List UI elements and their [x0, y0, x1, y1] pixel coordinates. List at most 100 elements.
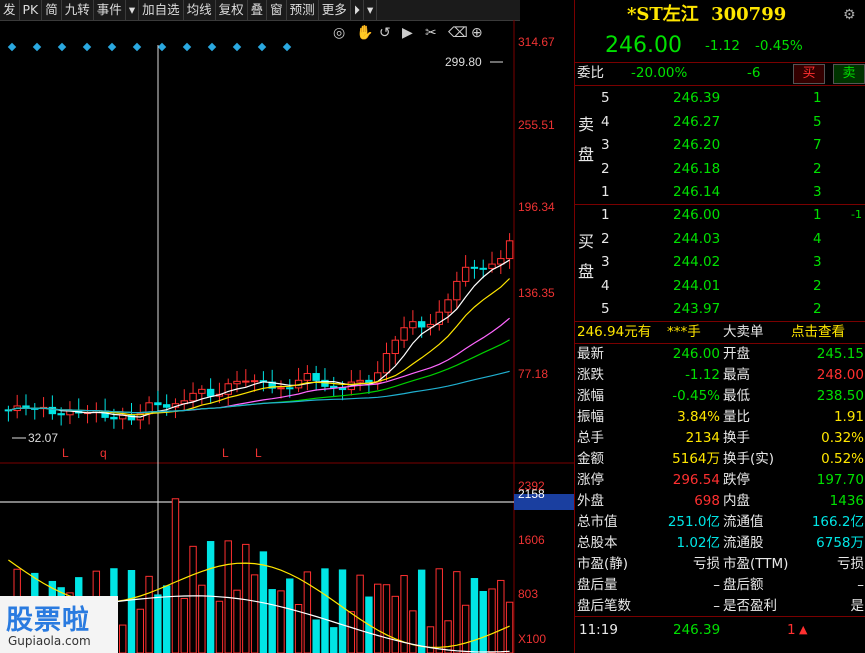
stock-name: *ST左江	[627, 4, 699, 25]
big-order-hands: ***手	[667, 324, 701, 340]
book-price: 244.01	[673, 277, 721, 294]
book-volume: 2	[813, 301, 822, 317]
bids-row[interactable]: 3 244.02 3	[575, 252, 865, 272]
stat-value: 2134	[685, 430, 720, 446]
zoom-out-icon[interactable]: ⊕	[471, 24, 483, 40]
buy-button[interactable]: 买	[793, 64, 825, 84]
candle-body	[391, 339, 399, 355]
asks-row[interactable]: 1 246.14 3	[575, 182, 865, 202]
sell-button[interactable]: 卖	[833, 64, 865, 84]
stat-value: 246.00	[672, 346, 720, 362]
candle-body	[461, 266, 470, 282]
tick-time: 11:19	[579, 622, 618, 638]
big-order-title: 大卖单	[723, 324, 764, 340]
candle-body	[356, 379, 364, 383]
bids-row[interactable]: 4 244.01 2	[575, 276, 865, 296]
toolbar-item[interactable]: 发	[0, 0, 20, 20]
stat-key: 内盘	[723, 493, 750, 509]
book-volume: 2	[813, 277, 822, 294]
toolbar-item[interactable]: ▾	[364, 0, 378, 20]
high-price-label: 299.80	[445, 55, 482, 69]
volume-axis-label: X100	[518, 632, 546, 646]
toolbar-item[interactable]: PK	[20, 0, 43, 20]
stat-key: 开盘	[723, 346, 750, 362]
stat-key: 盘后额	[723, 577, 764, 593]
stat-value: 296.54	[672, 472, 720, 488]
big-order-amount: 246.94元有	[577, 324, 652, 340]
toolbar-item[interactable]: 事件	[94, 0, 126, 20]
trash-icon[interactable]: ✂	[425, 24, 437, 40]
book-price: 244.02	[673, 254, 721, 270]
asks-row[interactable]: 5 246.39 1	[575, 88, 865, 108]
zoom-in-icon[interactable]: ⌫	[448, 24, 468, 40]
candle-body	[189, 392, 197, 402]
level: 3	[601, 137, 610, 153]
volume-bar	[479, 591, 487, 653]
toolbar-item[interactable]: 九转	[62, 0, 94, 20]
stat-value: 3.84%	[677, 409, 720, 425]
gear-icon[interactable]: ⚙	[843, 0, 856, 30]
kline-chart[interactable]: ◎ ✋ ↺ ▶ ✂ ⌫ ⊕314.67255.51196.34136.3577.182392…	[0, 20, 574, 653]
level: 2	[601, 230, 610, 247]
asks-row[interactable]: 2 246.18 2	[575, 159, 865, 179]
big-order-bar[interactable]: 246.94元有 ***手 大卖单 点击查看	[575, 322, 865, 342]
volume-bar	[171, 498, 180, 653]
volume-bar	[268, 589, 276, 653]
volume-bar	[277, 590, 285, 653]
candle-body	[409, 321, 417, 329]
stats-row: 盘后量 – 盘后额 –	[575, 575, 865, 595]
candle-body	[312, 373, 320, 381]
toolbar-item[interactable]: 窗	[267, 0, 287, 20]
volume-bar	[330, 627, 338, 653]
bids-row[interactable]: 1 246.00 1 -1	[575, 205, 865, 225]
toolbar-item[interactable]: 预测	[287, 0, 319, 20]
cut-icon[interactable]: ▶	[402, 24, 413, 40]
stat-key: 是否盈利	[723, 598, 777, 614]
volume-bar	[233, 589, 241, 653]
stat-key: 总手	[577, 430, 604, 446]
stats-row: 总股本 1.02亿 流通股 6758万	[575, 533, 865, 553]
volume-bar	[417, 569, 426, 653]
stock-code: 300799	[711, 4, 787, 25]
event-diamond	[132, 42, 142, 52]
weibi-pct: -20.00%	[631, 65, 688, 81]
toolbar-item[interactable]: 更多	[319, 0, 351, 20]
candle-body	[303, 373, 312, 381]
toolbar-item[interactable]: ▾	[126, 0, 140, 20]
candle-body	[479, 267, 487, 270]
stat-value: 238.50	[816, 388, 864, 404]
volume-bar	[444, 620, 452, 653]
toolbar-item[interactable]: 加自选	[139, 0, 184, 20]
book-volume: 3	[813, 254, 822, 270]
stat-key: 总股本	[577, 535, 618, 551]
toolbar-item[interactable]: 简	[42, 0, 62, 20]
asks-row[interactable]: 3 246.20 7	[575, 135, 865, 155]
eye-icon[interactable]: ◎	[333, 24, 345, 40]
toolbar-item[interactable]: 复权	[216, 0, 248, 20]
big-order-link[interactable]: 点击查看	[791, 322, 845, 342]
asks-row[interactable]: 4 246.27 5	[575, 112, 865, 132]
hand-icon[interactable]: ✋	[356, 24, 373, 40]
candle-body	[497, 258, 505, 265]
stat-key: 量比	[723, 409, 750, 425]
stat-key: 振幅	[577, 409, 604, 425]
toolbar-item[interactable]: 均线	[184, 0, 216, 20]
stat-value: 6758万	[816, 535, 864, 551]
stat-key: 最低	[723, 388, 750, 404]
ma-line	[8, 278, 511, 416]
book-price: 243.97	[673, 301, 721, 317]
bids-row[interactable]: 5 243.97 2	[575, 299, 865, 319]
candle-body	[286, 387, 294, 390]
bids-row[interactable]: 2 244.03 4	[575, 229, 865, 249]
stat-value: 166.2亿	[811, 514, 864, 530]
stats-row: 外盘 698 内盘 1436	[575, 491, 865, 511]
tick-volume: 1	[787, 622, 796, 638]
stat-value: 是	[850, 598, 865, 614]
volume-bar	[338, 569, 347, 653]
toolbar-item[interactable]: ⏵	[351, 0, 364, 20]
book-volume: 1	[813, 207, 822, 223]
volume-bar	[154, 594, 162, 653]
replay-icon[interactable]: ↺	[379, 24, 391, 40]
toolbar-item[interactable]: 叠	[248, 0, 268, 20]
price-axis-label: 314.67	[518, 35, 555, 49]
